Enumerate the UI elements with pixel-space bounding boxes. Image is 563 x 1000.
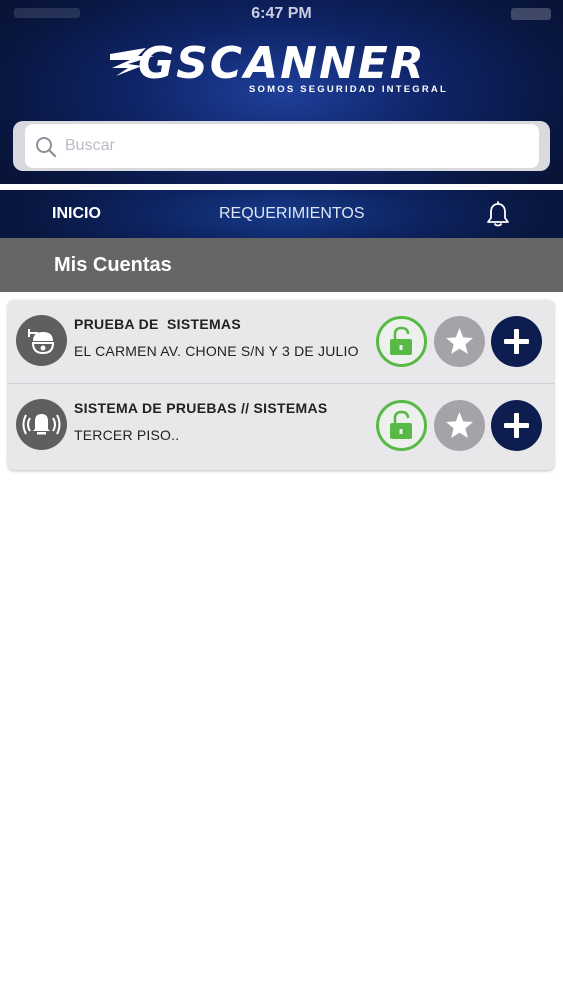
app-header: 6:47 PM GSCANNER SOMOS SEGURIDAD INTEGRA… <box>0 0 563 184</box>
plus-icon <box>504 329 529 354</box>
battery-icon <box>511 8 551 20</box>
account-row[interactable]: PRUEBA DE SISTEMAS EL CARMEN AV. CHONE S… <box>8 300 554 384</box>
account-row[interactable]: SISTEMA DE PRUEBAS // SISTEMAS TERCER PI… <box>8 384 554 468</box>
brand-tagline: SOMOS SEGURIDAD INTEGRAL <box>248 84 448 95</box>
alarm-bell-icon <box>16 399 67 450</box>
nav-tab-inicio[interactable]: INICIO <box>52 190 101 238</box>
search-bar <box>13 121 550 171</box>
section-header: Mis Cuentas <box>0 238 563 292</box>
add-button[interactable] <box>491 316 542 367</box>
favorite-button[interactable] <box>434 400 485 451</box>
account-name: PRUEBA DE SISTEMAS <box>74 316 241 332</box>
unlocked-padlock-icon <box>390 326 412 355</box>
add-button[interactable] <box>491 400 542 451</box>
bell-icon[interactable] <box>484 201 512 229</box>
nav-tab-requerimientos[interactable]: REQUERIMIENTOS <box>219 190 365 238</box>
favorite-button[interactable] <box>434 316 485 367</box>
account-address: TERCER PISO.. <box>74 427 180 443</box>
top-nav: INICIO REQUERIMIENTOS <box>0 190 563 238</box>
brand-logo: GSCANNER SOMOS SEGURIDAD INTEGRAL <box>108 40 453 98</box>
plus-icon <box>504 413 529 438</box>
section-title: Mis Cuentas <box>54 254 172 276</box>
account-address: EL CARMEN AV. CHONE S/N Y 3 DE JULIO <box>74 343 359 359</box>
unlock-button[interactable] <box>376 400 427 451</box>
search-icon <box>36 137 57 158</box>
security-camera-icon <box>16 315 67 366</box>
search-input[interactable] <box>65 124 525 168</box>
brand-name: GSCANNER <box>138 38 426 89</box>
account-name: SISTEMA DE PRUEBAS // SISTEMAS <box>74 400 328 416</box>
status-bar-time: 6:47 PM <box>251 5 312 22</box>
unlock-button[interactable] <box>376 316 427 367</box>
star-icon <box>446 412 473 438</box>
star-icon <box>446 328 473 354</box>
accounts-list: PRUEBA DE SISTEMAS EL CARMEN AV. CHONE S… <box>8 300 554 470</box>
unlocked-padlock-icon <box>390 410 412 439</box>
search-field-container[interactable] <box>25 124 539 168</box>
